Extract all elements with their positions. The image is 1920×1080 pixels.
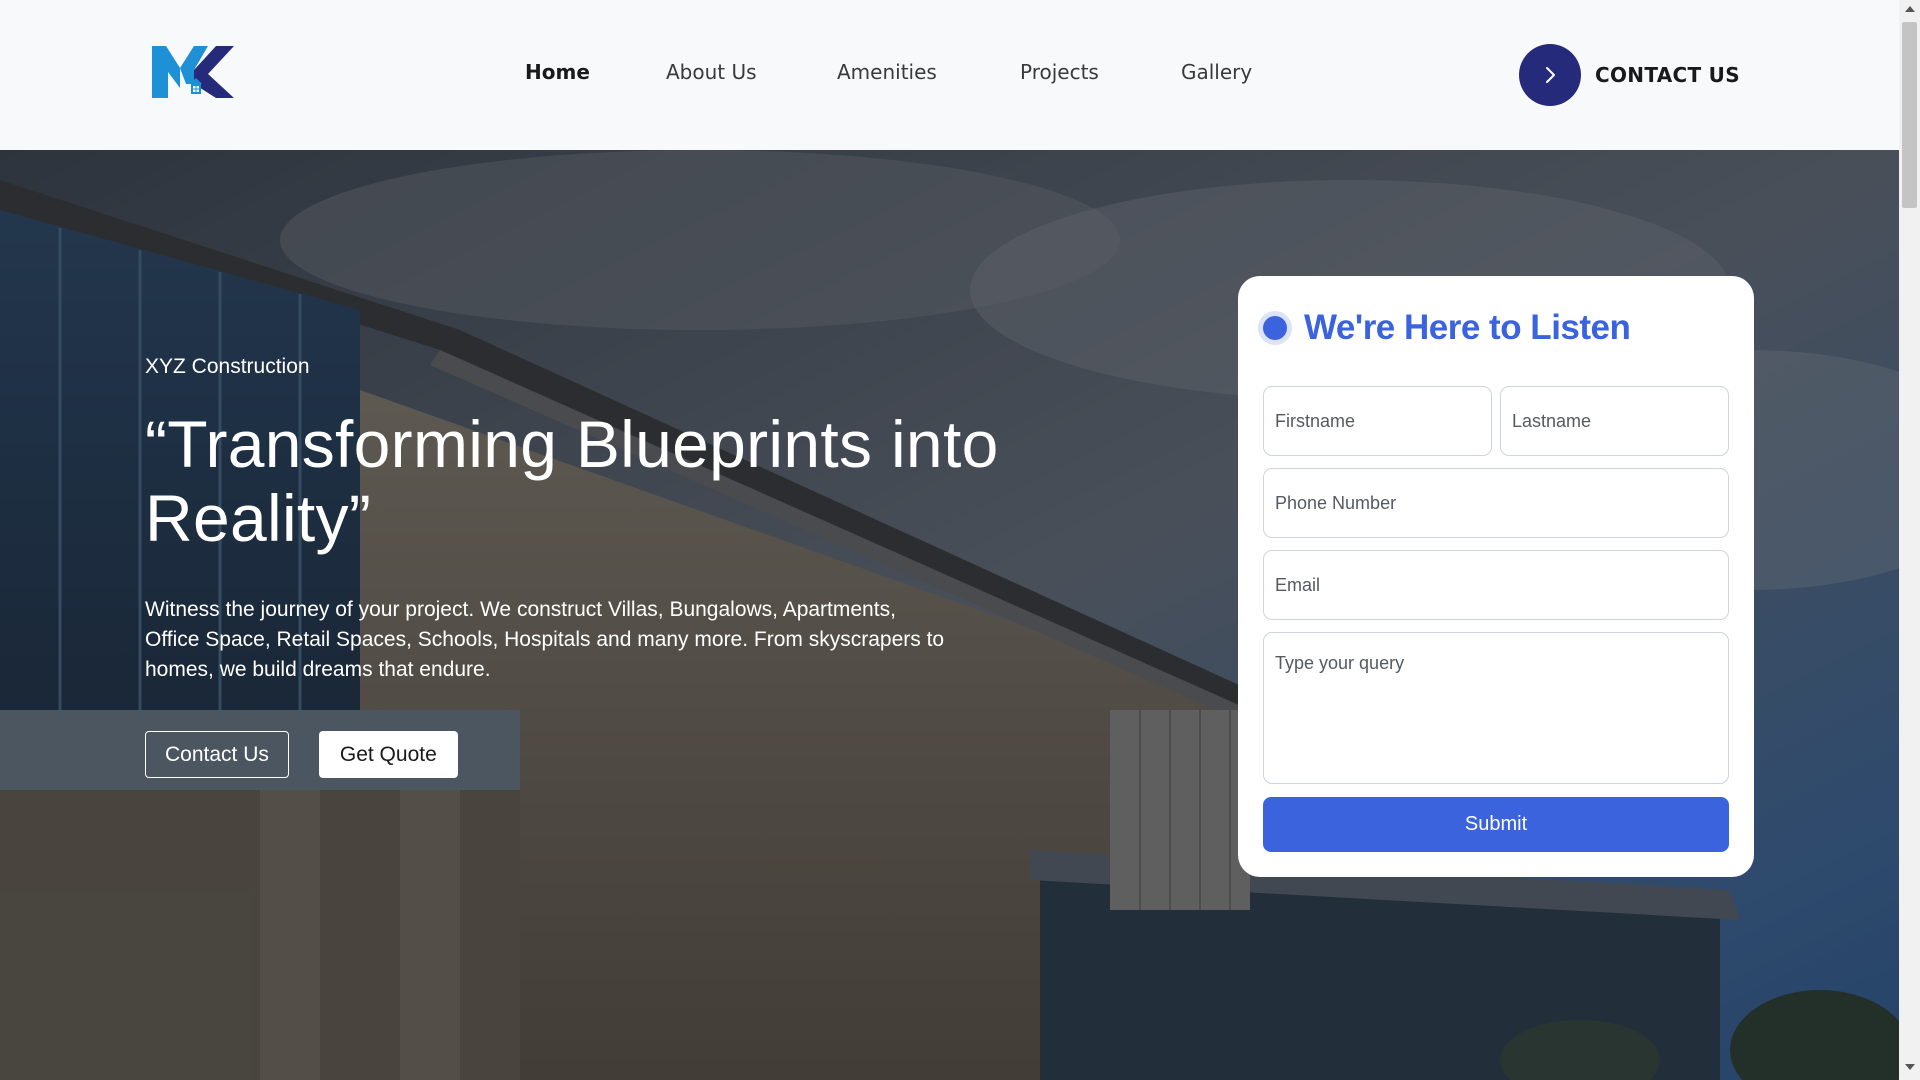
hero-headline: “Transforming Blueprints into Reality”: [145, 407, 999, 555]
scroll-up-icon[interactable]: [1905, 6, 1915, 12]
hero-buttons: Contact Us Get Quote: [145, 731, 1025, 778]
contact-form-card: We're Here to Listen Submit: [1238, 276, 1754, 877]
radio-dot-icon: [1258, 311, 1292, 345]
hero-contact-button[interactable]: Contact Us: [145, 731, 289, 778]
nav-about-us[interactable]: About Us: [666, 60, 757, 84]
scroll-down-icon[interactable]: [1905, 1064, 1915, 1070]
page-scrollbar[interactable]: [1899, 0, 1920, 1080]
chevron-right-icon: [1546, 67, 1555, 83]
hero-section: XYZ Construction “Transforming Blueprint…: [0, 150, 1899, 1080]
hero-lead: Witness the journey of your project. We …: [145, 598, 945, 681]
site-header: Home About Us Amenities Projects Gallery…: [0, 0, 1899, 150]
submit-button[interactable]: Submit: [1263, 797, 1729, 852]
header-contact-button[interactable]: CONTACT US: [1519, 44, 1740, 106]
scroll-thumb[interactable]: [1902, 22, 1917, 208]
nav-projects[interactable]: Projects: [1020, 60, 1099, 84]
cta-circle[interactable]: [1519, 44, 1581, 106]
form-heading: We're Here to Listen: [1304, 308, 1631, 347]
email-input[interactable]: [1263, 550, 1729, 620]
phone-input[interactable]: [1263, 468, 1729, 538]
hero-text-block: XYZ Construction “Transforming Blueprint…: [145, 355, 1025, 778]
nav-home[interactable]: Home: [525, 60, 590, 84]
hero-eyebrow: XYZ Construction: [145, 355, 310, 378]
cta-label[interactable]: CONTACT US: [1595, 63, 1740, 87]
lastname-input[interactable]: [1500, 386, 1729, 456]
nav-amenities[interactable]: Amenities: [837, 60, 937, 84]
form-title: We're Here to Listen: [1258, 308, 1631, 348]
hero-get-quote-button[interactable]: Get Quote: [318, 731, 458, 778]
firstname-input[interactable]: [1263, 386, 1492, 456]
query-textarea[interactable]: [1263, 632, 1729, 784]
nav-gallery[interactable]: Gallery: [1181, 60, 1252, 84]
